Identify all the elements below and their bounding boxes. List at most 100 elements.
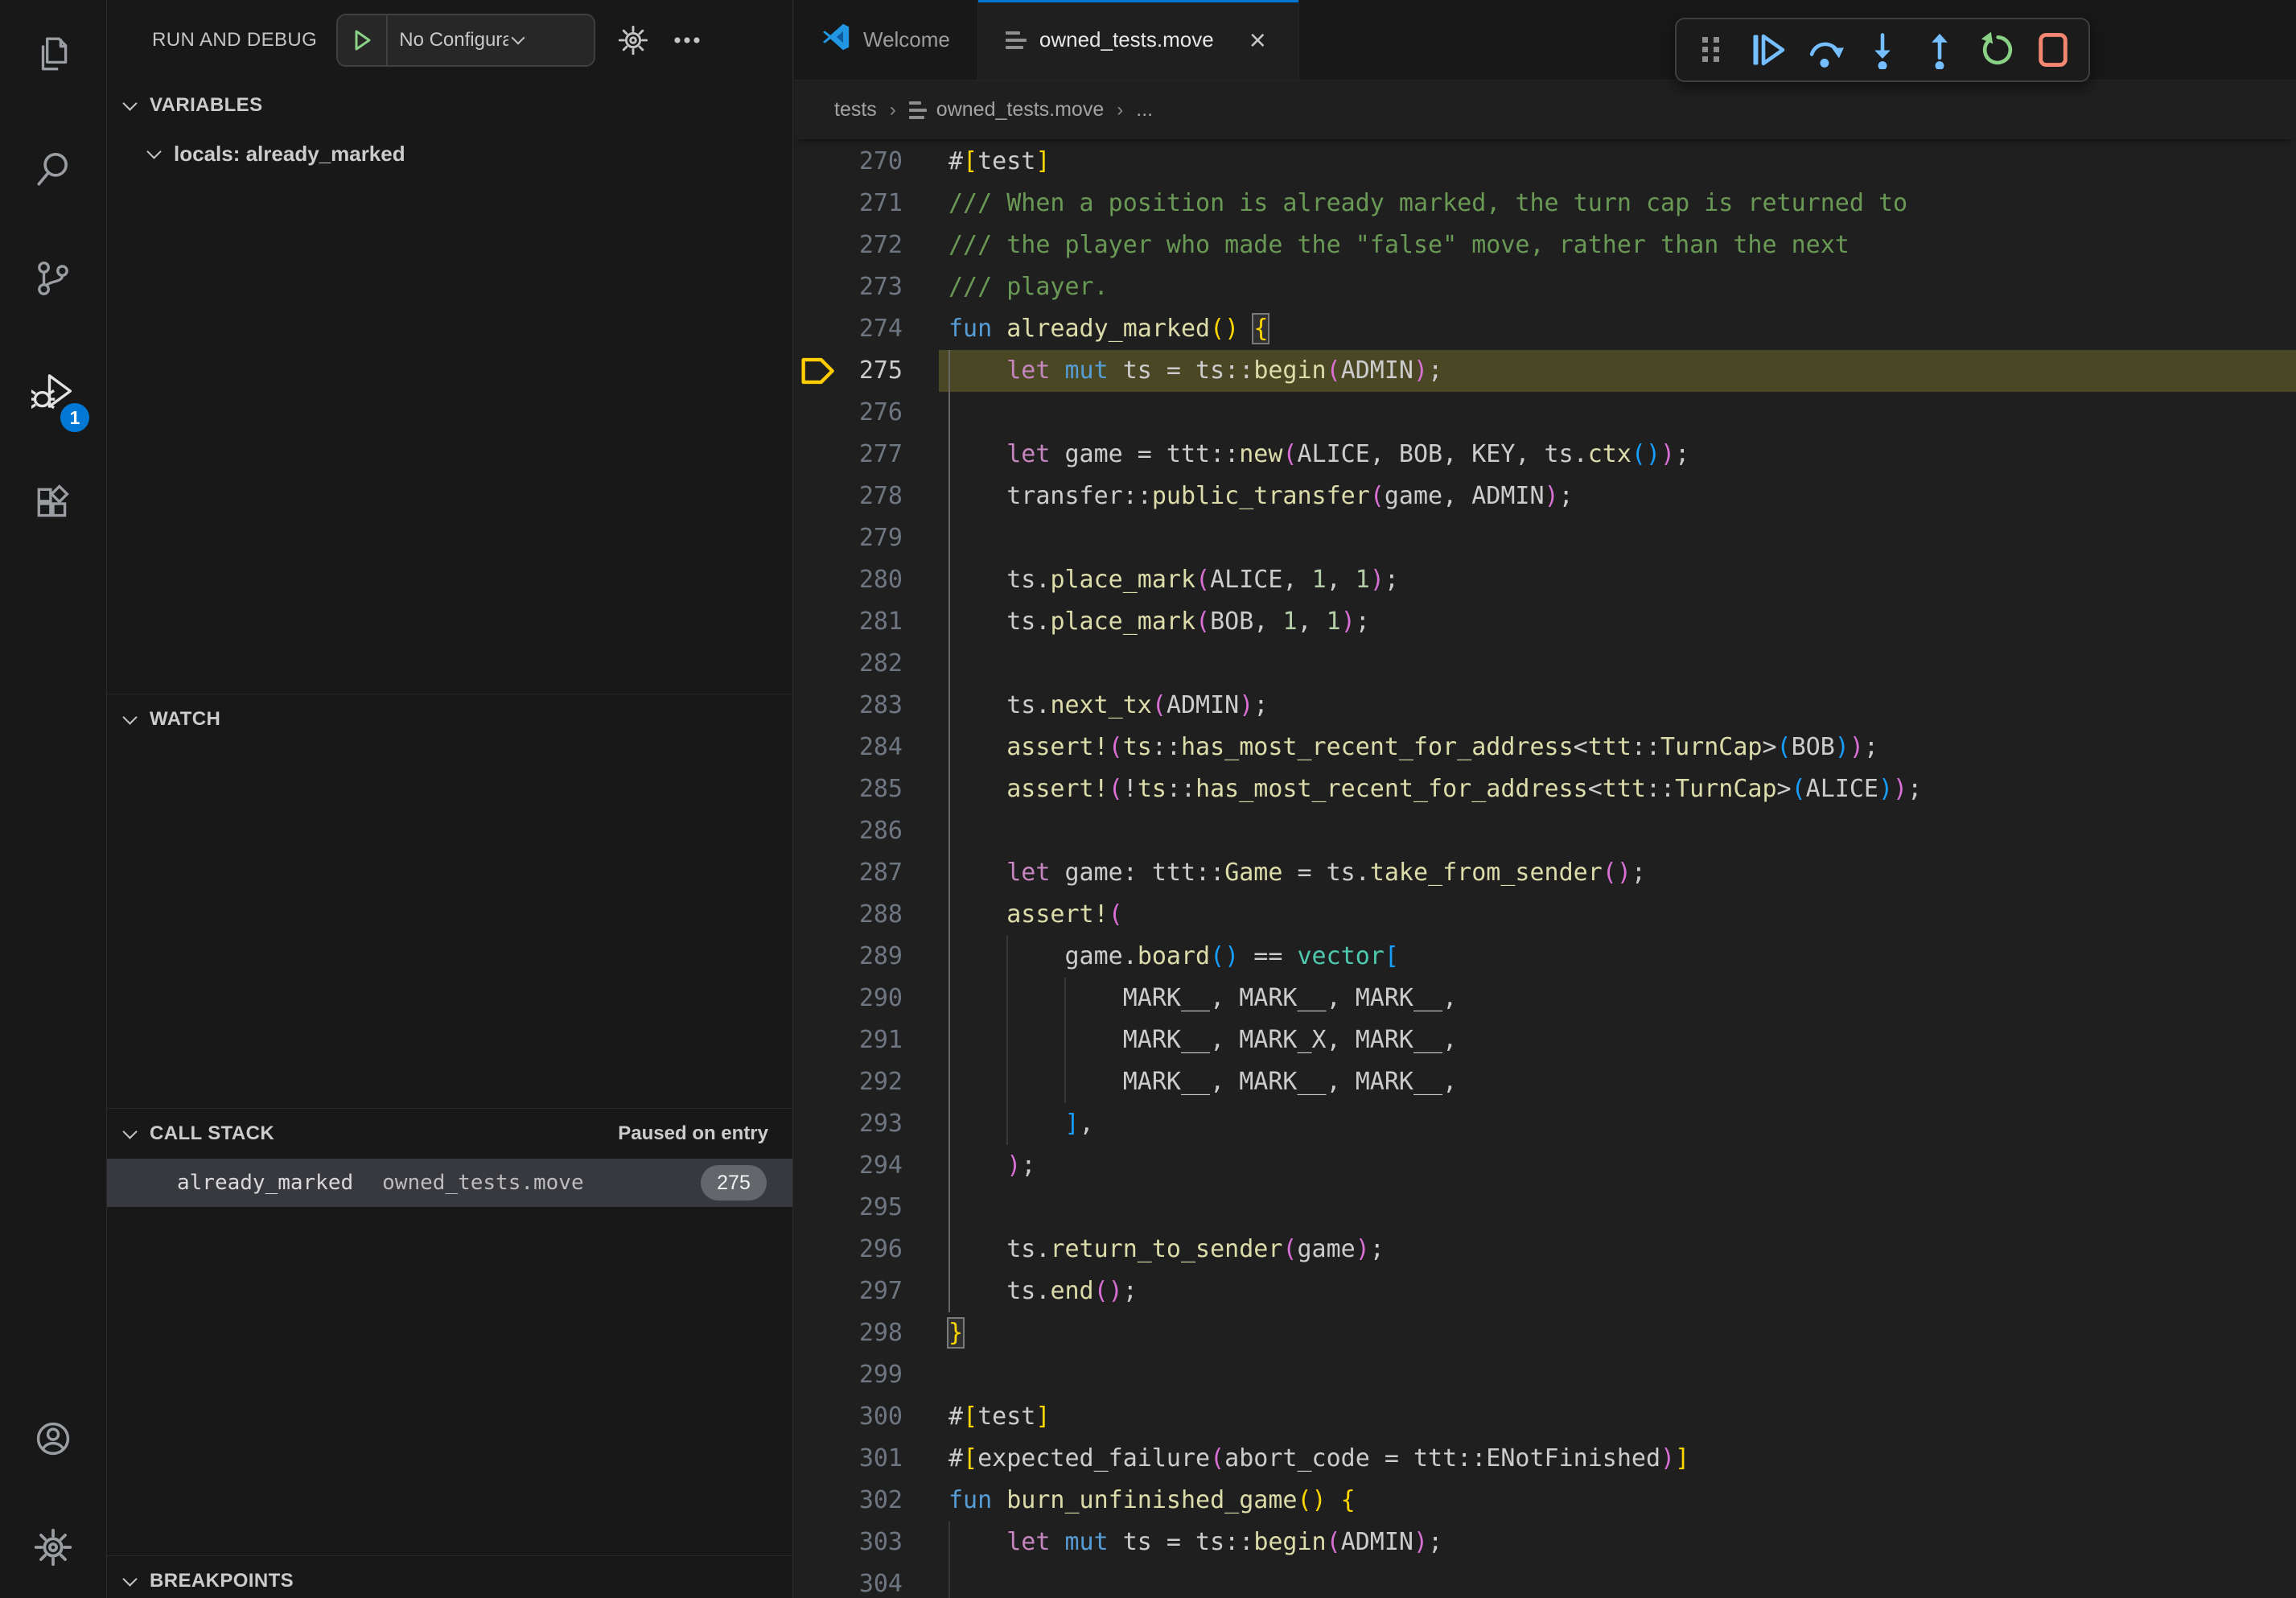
line-number[interactable]: 281 [838, 601, 903, 643]
variables-scope-locals[interactable]: locals: already_marked [107, 130, 792, 177]
breakpoint-gutter[interactable] [794, 936, 838, 978]
gear-icon[interactable] [616, 23, 650, 57]
breakpoints-section-header[interactable]: BREAKPOINTS [107, 1556, 792, 1598]
line-number[interactable]: 277 [838, 434, 903, 476]
step-into-icon[interactable] [1859, 27, 1906, 73]
breakpoint-gutter[interactable] [794, 392, 838, 434]
line-number[interactable]: 274 [838, 308, 903, 350]
breakpoint-gutter[interactable] [794, 1563, 838, 1598]
code-line[interactable]: 289 game.board() == vector[ [794, 936, 2296, 978]
code-line[interactable]: 271/// When a position is already marked… [794, 183, 2296, 224]
code-line[interactable]: 282 [794, 643, 2296, 685]
line-number[interactable]: 288 [838, 894, 903, 936]
code-line[interactable]: 294 ); [794, 1145, 2296, 1187]
breakpoint-gutter[interactable] [794, 183, 838, 224]
breakpoint-gutter[interactable] [794, 1103, 838, 1145]
code-line[interactable]: 296 ts.return_to_sender(game); [794, 1229, 2296, 1271]
stop-icon[interactable] [2030, 27, 2076, 73]
code-line[interactable]: 273/// player. [794, 266, 2296, 308]
code-line[interactable]: 272/// the player who made the "false" m… [794, 224, 2296, 266]
breakpoint-gutter[interactable] [794, 978, 838, 1019]
breakpoint-gutter[interactable] [794, 894, 838, 936]
close-icon[interactable]: × [1245, 26, 1271, 55]
drag-handle[interactable] [1688, 27, 1734, 73]
code-line[interactable]: 302fun burn_unfinished_game() { [794, 1480, 2296, 1522]
continue-icon[interactable] [1745, 27, 1792, 73]
line-number[interactable]: 282 [838, 643, 903, 685]
line-number[interactable]: 284 [838, 727, 903, 768]
line-number[interactable]: 304 [838, 1563, 903, 1598]
code-line[interactable]: 297 ts.end(); [794, 1271, 2296, 1312]
step-over-icon[interactable] [1802, 27, 1849, 73]
breakpoint-gutter[interactable] [794, 1061, 838, 1103]
code-line[interactable]: 270#[test] [794, 141, 2296, 183]
breakpoint-gutter[interactable] [794, 768, 838, 810]
restart-icon[interactable] [1973, 27, 2020, 73]
code-line[interactable]: 290 MARK__, MARK__, MARK__, [794, 978, 2296, 1019]
code-line[interactable]: 277 let game = ttt::new(ALICE, BOB, KEY,… [794, 434, 2296, 476]
call-stack-section-header[interactable]: CALL STACK Paused on entry [107, 1109, 792, 1159]
line-number[interactable]: 294 [838, 1145, 903, 1187]
breakpoint-gutter[interactable] [794, 1480, 838, 1522]
breadcrumb-tests[interactable]: tests [834, 98, 877, 121]
debug-configuration-button[interactable]: No Configura [336, 14, 595, 67]
activity-account[interactable] [0, 1400, 106, 1481]
line-number[interactable]: 298 [838, 1312, 903, 1354]
breakpoint-gutter[interactable] [794, 434, 838, 476]
code-line[interactable]: 274fun already_marked() { [794, 308, 2296, 350]
line-number[interactable]: 291 [838, 1019, 903, 1061]
breakpoint-gutter[interactable] [794, 559, 838, 601]
breadcrumb-symbol[interactable]: ... [1136, 98, 1153, 121]
line-number[interactable]: 270 [838, 141, 903, 183]
breakpoint-gutter[interactable] [794, 852, 838, 894]
code-line[interactable]: 283 ts.next_tx(ADMIN); [794, 685, 2296, 727]
tab-welcome[interactable]: Welcome [794, 0, 978, 80]
activity-search[interactable] [0, 130, 106, 211]
code-line[interactable]: 303 let mut ts = ts::begin(ADMIN); [794, 1522, 2296, 1563]
code-line[interactable]: 299 [794, 1354, 2296, 1396]
line-number[interactable]: 295 [838, 1187, 903, 1229]
line-number[interactable]: 287 [838, 852, 903, 894]
variables-section-header[interactable]: VARIABLES [107, 80, 792, 130]
breakpoint-gutter[interactable] [794, 476, 838, 517]
breakpoint-gutter[interactable] [794, 141, 838, 183]
line-number[interactable]: 278 [838, 476, 903, 517]
activity-source-control[interactable] [0, 240, 106, 320]
breakpoint-gutter[interactable] [794, 224, 838, 266]
line-number[interactable]: 285 [838, 768, 903, 810]
watch-section-header[interactable]: WATCH [107, 694, 792, 744]
line-number[interactable]: 293 [838, 1103, 903, 1145]
code-line[interactable]: 278 transfer::public_transfer(game, ADMI… [794, 476, 2296, 517]
breakpoint-gutter[interactable] [794, 1438, 838, 1480]
code-line[interactable]: 281 ts.place_mark(BOB, 1, 1); [794, 601, 2296, 643]
code-line[interactable]: 276 [794, 392, 2296, 434]
breakpoint-gutter[interactable] [794, 1312, 838, 1354]
line-number[interactable]: 286 [838, 810, 903, 852]
code-line[interactable]: 288 assert!( [794, 894, 2296, 936]
call-stack-frame[interactable]: already_marked owned_tests.move 275 [107, 1159, 792, 1207]
code-line[interactable]: 301#[expected_failure(abort_code = ttt::… [794, 1438, 2296, 1480]
line-number[interactable]: 273 [838, 266, 903, 308]
breakpoint-gutter[interactable] [794, 810, 838, 852]
code-line[interactable]: 300#[test] [794, 1396, 2296, 1438]
code-line[interactable]: 285 assert!(!ts::has_most_recent_for_add… [794, 768, 2296, 810]
line-number[interactable]: 272 [838, 224, 903, 266]
code-line[interactable]: 284 assert!(ts::has_most_recent_for_addr… [794, 727, 2296, 768]
line-number[interactable]: 303 [838, 1522, 903, 1563]
breakpoint-gutter[interactable] [794, 1271, 838, 1312]
tab-owned-tests-move[interactable]: owned_tests.move × [978, 0, 1299, 80]
debug-step-marker-icon[interactable] [794, 350, 838, 392]
code-line[interactable]: 286 [794, 810, 2296, 852]
code-line[interactable]: 293 ], [794, 1103, 2296, 1145]
line-number[interactable]: 296 [838, 1229, 903, 1271]
configuration-dropdown-label[interactable]: No Configura [388, 29, 508, 51]
code-line[interactable]: 298} [794, 1312, 2296, 1354]
breakpoint-gutter[interactable] [794, 685, 838, 727]
line-number[interactable]: 300 [838, 1396, 903, 1438]
line-number[interactable]: 301 [838, 1438, 903, 1480]
breakpoint-gutter[interactable] [794, 1229, 838, 1271]
breakpoint-gutter[interactable] [794, 643, 838, 685]
activity-explorer[interactable] [0, 16, 106, 97]
breakpoint-gutter[interactable] [794, 1187, 838, 1229]
breakpoint-gutter[interactable] [794, 308, 838, 350]
